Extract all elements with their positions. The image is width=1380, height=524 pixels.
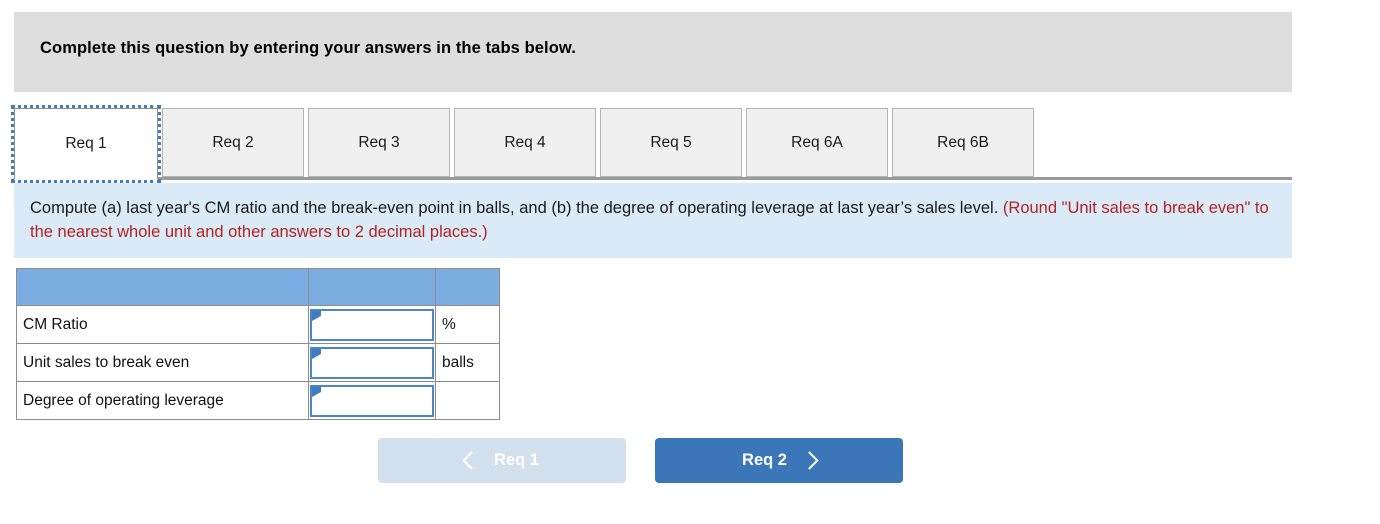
row-unit xyxy=(435,381,500,420)
table-row: Degree of operating leverage xyxy=(16,381,500,420)
row-label: Degree of operating leverage xyxy=(16,381,309,420)
answer-input-cell xyxy=(308,305,436,344)
table-row: CM Ratio% xyxy=(16,305,500,344)
prev-button-label: Req 1 xyxy=(494,451,539,469)
tab-label: Req 1 xyxy=(65,135,107,152)
row-label: Unit sales to break even xyxy=(16,343,309,382)
row-unit: % xyxy=(435,305,500,344)
tab-label: Req 5 xyxy=(650,133,692,151)
answer-table: CM Ratio% Unit sales to break even balls De… xyxy=(16,268,500,420)
tab-req-5[interactable]: Req 5 xyxy=(600,108,742,177)
next-button-label: Req 2 xyxy=(742,451,787,469)
answer-input-wrapper xyxy=(310,308,434,341)
tab-req-4[interactable]: Req 4 xyxy=(454,108,596,177)
prev-requirement-button[interactable]: Req 1 xyxy=(378,438,626,483)
instruction-panel: Compute (a) last year's CM ratio and the… xyxy=(14,183,1292,259)
tab-label: Req 6A xyxy=(791,133,843,151)
tab-label: Req 4 xyxy=(504,133,546,151)
header-instruction-text: Complete this question by entering your … xyxy=(40,39,576,57)
chevron-right-icon xyxy=(800,451,819,470)
answer-input[interactable] xyxy=(312,348,432,377)
question-header-banner: Complete this question by entering your … xyxy=(14,12,1292,92)
tab-req-3[interactable]: Req 3 xyxy=(308,108,450,177)
chevron-left-icon xyxy=(462,451,481,470)
tab-label: Req 6B xyxy=(937,133,989,151)
answer-input-cell xyxy=(308,381,436,420)
answer-input-cell xyxy=(308,343,436,382)
table-header-cell xyxy=(435,268,500,306)
table-header-row xyxy=(16,268,500,306)
row-unit: balls xyxy=(435,343,500,382)
tab-req-1[interactable]: Req 1 xyxy=(11,105,161,183)
table-header-cell xyxy=(16,268,309,306)
row-label: CM Ratio xyxy=(16,305,309,344)
tab-label: Req 3 xyxy=(358,133,400,151)
next-requirement-button[interactable]: Req 2 xyxy=(655,438,903,483)
table-row: Unit sales to break even balls xyxy=(16,343,500,382)
table-header-cell xyxy=(308,268,436,306)
navigation-buttons: Req 1 Req 2 xyxy=(378,438,903,483)
tab-req-2[interactable]: Req 2 xyxy=(162,108,304,177)
tab-list: Req 1 Req 2 Req 3 Req 4 Req 5 Req 6A Req 6B xyxy=(11,105,1292,183)
answer-input-wrapper xyxy=(310,346,434,379)
answer-input[interactable] xyxy=(312,386,432,415)
tab-label: Req 2 xyxy=(212,133,254,151)
instruction-main-text: Compute (a) last year's CM ratio and the… xyxy=(30,199,1003,217)
tab-req-6a[interactable]: Req 6A xyxy=(746,108,888,177)
answer-input-wrapper xyxy=(310,384,434,417)
tab-req-6b[interactable]: Req 6B xyxy=(892,108,1034,177)
answer-input[interactable] xyxy=(312,310,432,339)
requirement-tab-strip: Req 1 Req 2 Req 3 Req 4 Req 5 Req 6A Req 6B xyxy=(11,105,1292,183)
